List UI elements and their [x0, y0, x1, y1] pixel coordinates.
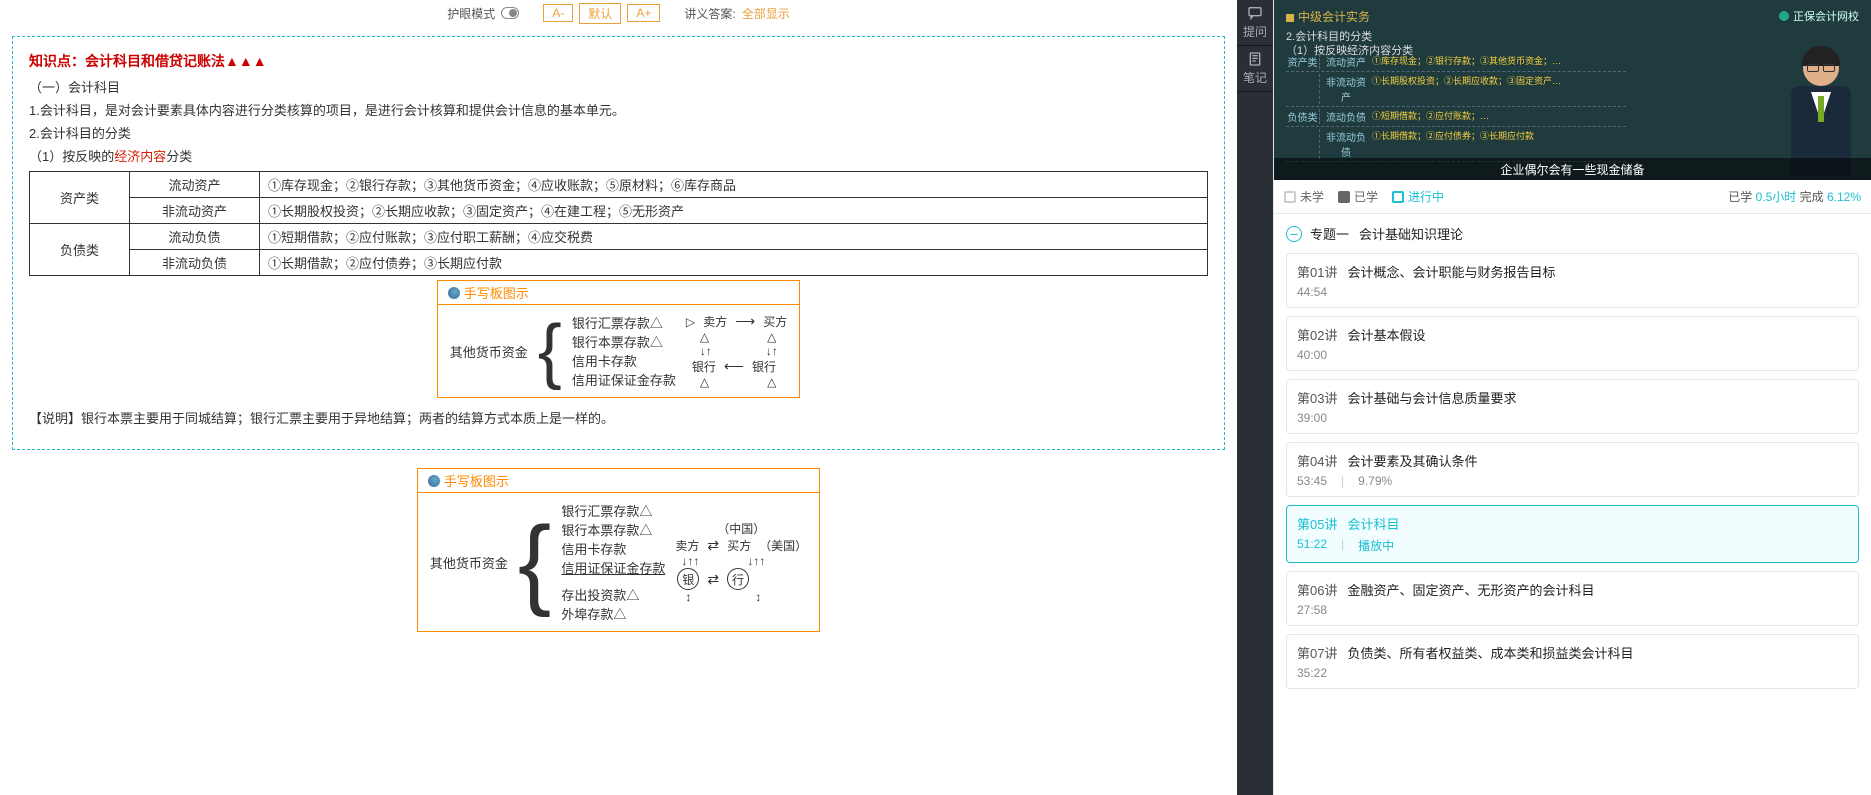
answers-label: 讲义答案: — [684, 5, 735, 22]
font-default-button[interactable]: 默认 — [579, 3, 621, 24]
knowledge-point-title: 知识点：会计科目和借贷记账法▲▲▲ — [29, 51, 1208, 71]
flow-diagram: ▷卖方⟶买方 △△ ↓↑↓↑ 银行⟵银行 △△ — [686, 313, 787, 389]
lesson-list: 第01讲会计概念、会计职能与财务报告目标44:54 第02讲会计基本假设40:00… — [1274, 253, 1871, 701]
side-tab-bar: 提问 笔记 — [1237, 0, 1273, 795]
pencil-icon — [428, 475, 440, 487]
answers-value: 全部显示 — [742, 5, 790, 22]
pencil-icon — [448, 287, 460, 299]
brace-icon: { — [538, 315, 562, 387]
flow-diagram: （中国） 卖方⇄买方（美国） ↓↑↑↓↑↑ 银⇄行 ↕↕ — [675, 520, 807, 604]
lesson-card[interactable]: 第06讲金融资产、固定资产、无形资产的会计科目27:58 — [1286, 571, 1859, 626]
eye-mode-label: 护眼模式 — [447, 5, 495, 22]
toolbar: 护眼模式 A- 默认 A+ 讲义答案: 全部显示 — [0, 0, 1237, 26]
classification-table: 资产类 流动资产 ①库存现金；②银行存款；③其他货币资金；④应收账款；⑤原材料；… — [29, 171, 1208, 276]
progress-summary: 已学 0.5小时 完成 6.12% — [1728, 188, 1861, 205]
tab-ask[interactable]: 提问 — [1237, 0, 1273, 46]
paragraph: （1）按反映的经济内容分类 — [29, 146, 1208, 165]
progress-legend: 未学 已学 进行中 已学 0.5小时 完成 6.12% — [1274, 180, 1871, 214]
video-player[interactable]: 中级会计实务 正保会计网校 2.会计科目的分类 （1）按反映经济内容分类 资产类… — [1274, 0, 1871, 180]
tab-note[interactable]: 笔记 — [1237, 46, 1273, 92]
eye-mode-toggle[interactable]: 护眼模式 — [447, 5, 519, 22]
paragraph: 2.会计科目的分类 — [29, 123, 1208, 142]
brand-logo: 正保会计网校 — [1779, 8, 1859, 24]
note-icon — [1247, 51, 1263, 67]
table-row: 负债类 流动负债 ①短期借款；②应付账款；③应付职工薪酬；④应交税费 — [30, 224, 1208, 250]
chat-icon — [1247, 5, 1263, 21]
lesson-card[interactable]: 第03讲会计基础与会计信息质量要求39:00 — [1286, 379, 1859, 434]
table-row: 非流动负债 ①长期借款；②应付债券；③长期应付款 — [30, 250, 1208, 276]
lecture-content: 知识点：会计科目和借贷记账法▲▲▲ （一）会计科目 1.会计科目，是对会计要素具… — [0, 26, 1237, 795]
font-decrease-button[interactable]: A- — [543, 4, 573, 22]
table-row: 非流动资产 ①长期股权投资；②长期应收款；③固定资产；④在建工程；⑤无形资产 — [30, 198, 1208, 224]
status-dot-in-progress — [1392, 191, 1404, 203]
answers-visibility[interactable]: 讲义答案: 全部显示 — [684, 5, 789, 22]
lesson-card[interactable]: 第04讲会计要素及其确认条件53:45|9.79% — [1286, 442, 1859, 497]
topic-header[interactable]: − 专题一会计基础知识理论 — [1274, 214, 1871, 253]
status-dot-not-learned — [1284, 191, 1296, 203]
brace-icon: { — [518, 512, 551, 612]
lesson-card[interactable]: 第02讲会计基本假设40:00 — [1286, 316, 1859, 371]
status-dot-learned — [1338, 191, 1350, 203]
handwriting-sketch-2: 手写板图示 其他货币资金 { 银行汇票存款△ 银行本票存款△ 信用卡存款 信用证… — [417, 468, 820, 632]
lesson-card[interactable]: 第05讲会计科目51:22|播放中 — [1286, 505, 1859, 563]
video-course-title: 中级会计实务 — [1286, 8, 1370, 25]
toggle-icon — [501, 7, 519, 19]
lesson-card[interactable]: 第07讲负债类、所有者权益类、成本类和损益类会计科目35:22 — [1286, 634, 1859, 689]
font-increase-button[interactable]: A+ — [627, 4, 660, 22]
video-subtitle: 企业偶尔会有一些现金储备 — [1274, 158, 1871, 180]
paragraph: 1.会计科目，是对会计要素具体内容进行分类核算的项目，是进行会计核算和提供会计信… — [29, 100, 1208, 119]
video-board: 资产类流动资产①库存现金；②银行存款；③其他货币资金；…非流动资产①长期股权投资… — [1286, 52, 1626, 162]
collapse-icon[interactable]: − — [1286, 226, 1302, 242]
handwriting-sketch-1: 手写板图示 其他货币资金 { 银行汇票存款△ 银行本票存款△ 信用卡存款 信用证… — [437, 280, 800, 398]
table-row: 资产类 流动资产 ①库存现金；②银行存款；③其他货币资金；④应收账款；⑤原材料；… — [30, 172, 1208, 198]
section-heading: （一）会计科目 — [29, 77, 1208, 96]
lesson-card[interactable]: 第01讲会计概念、会计职能与财务报告目标44:54 — [1286, 253, 1859, 308]
explanation-note: 【说明】银行本票主要用于同城结算；银行汇票主要用于异地结算；两者的结算方式本质上… — [29, 408, 1208, 427]
